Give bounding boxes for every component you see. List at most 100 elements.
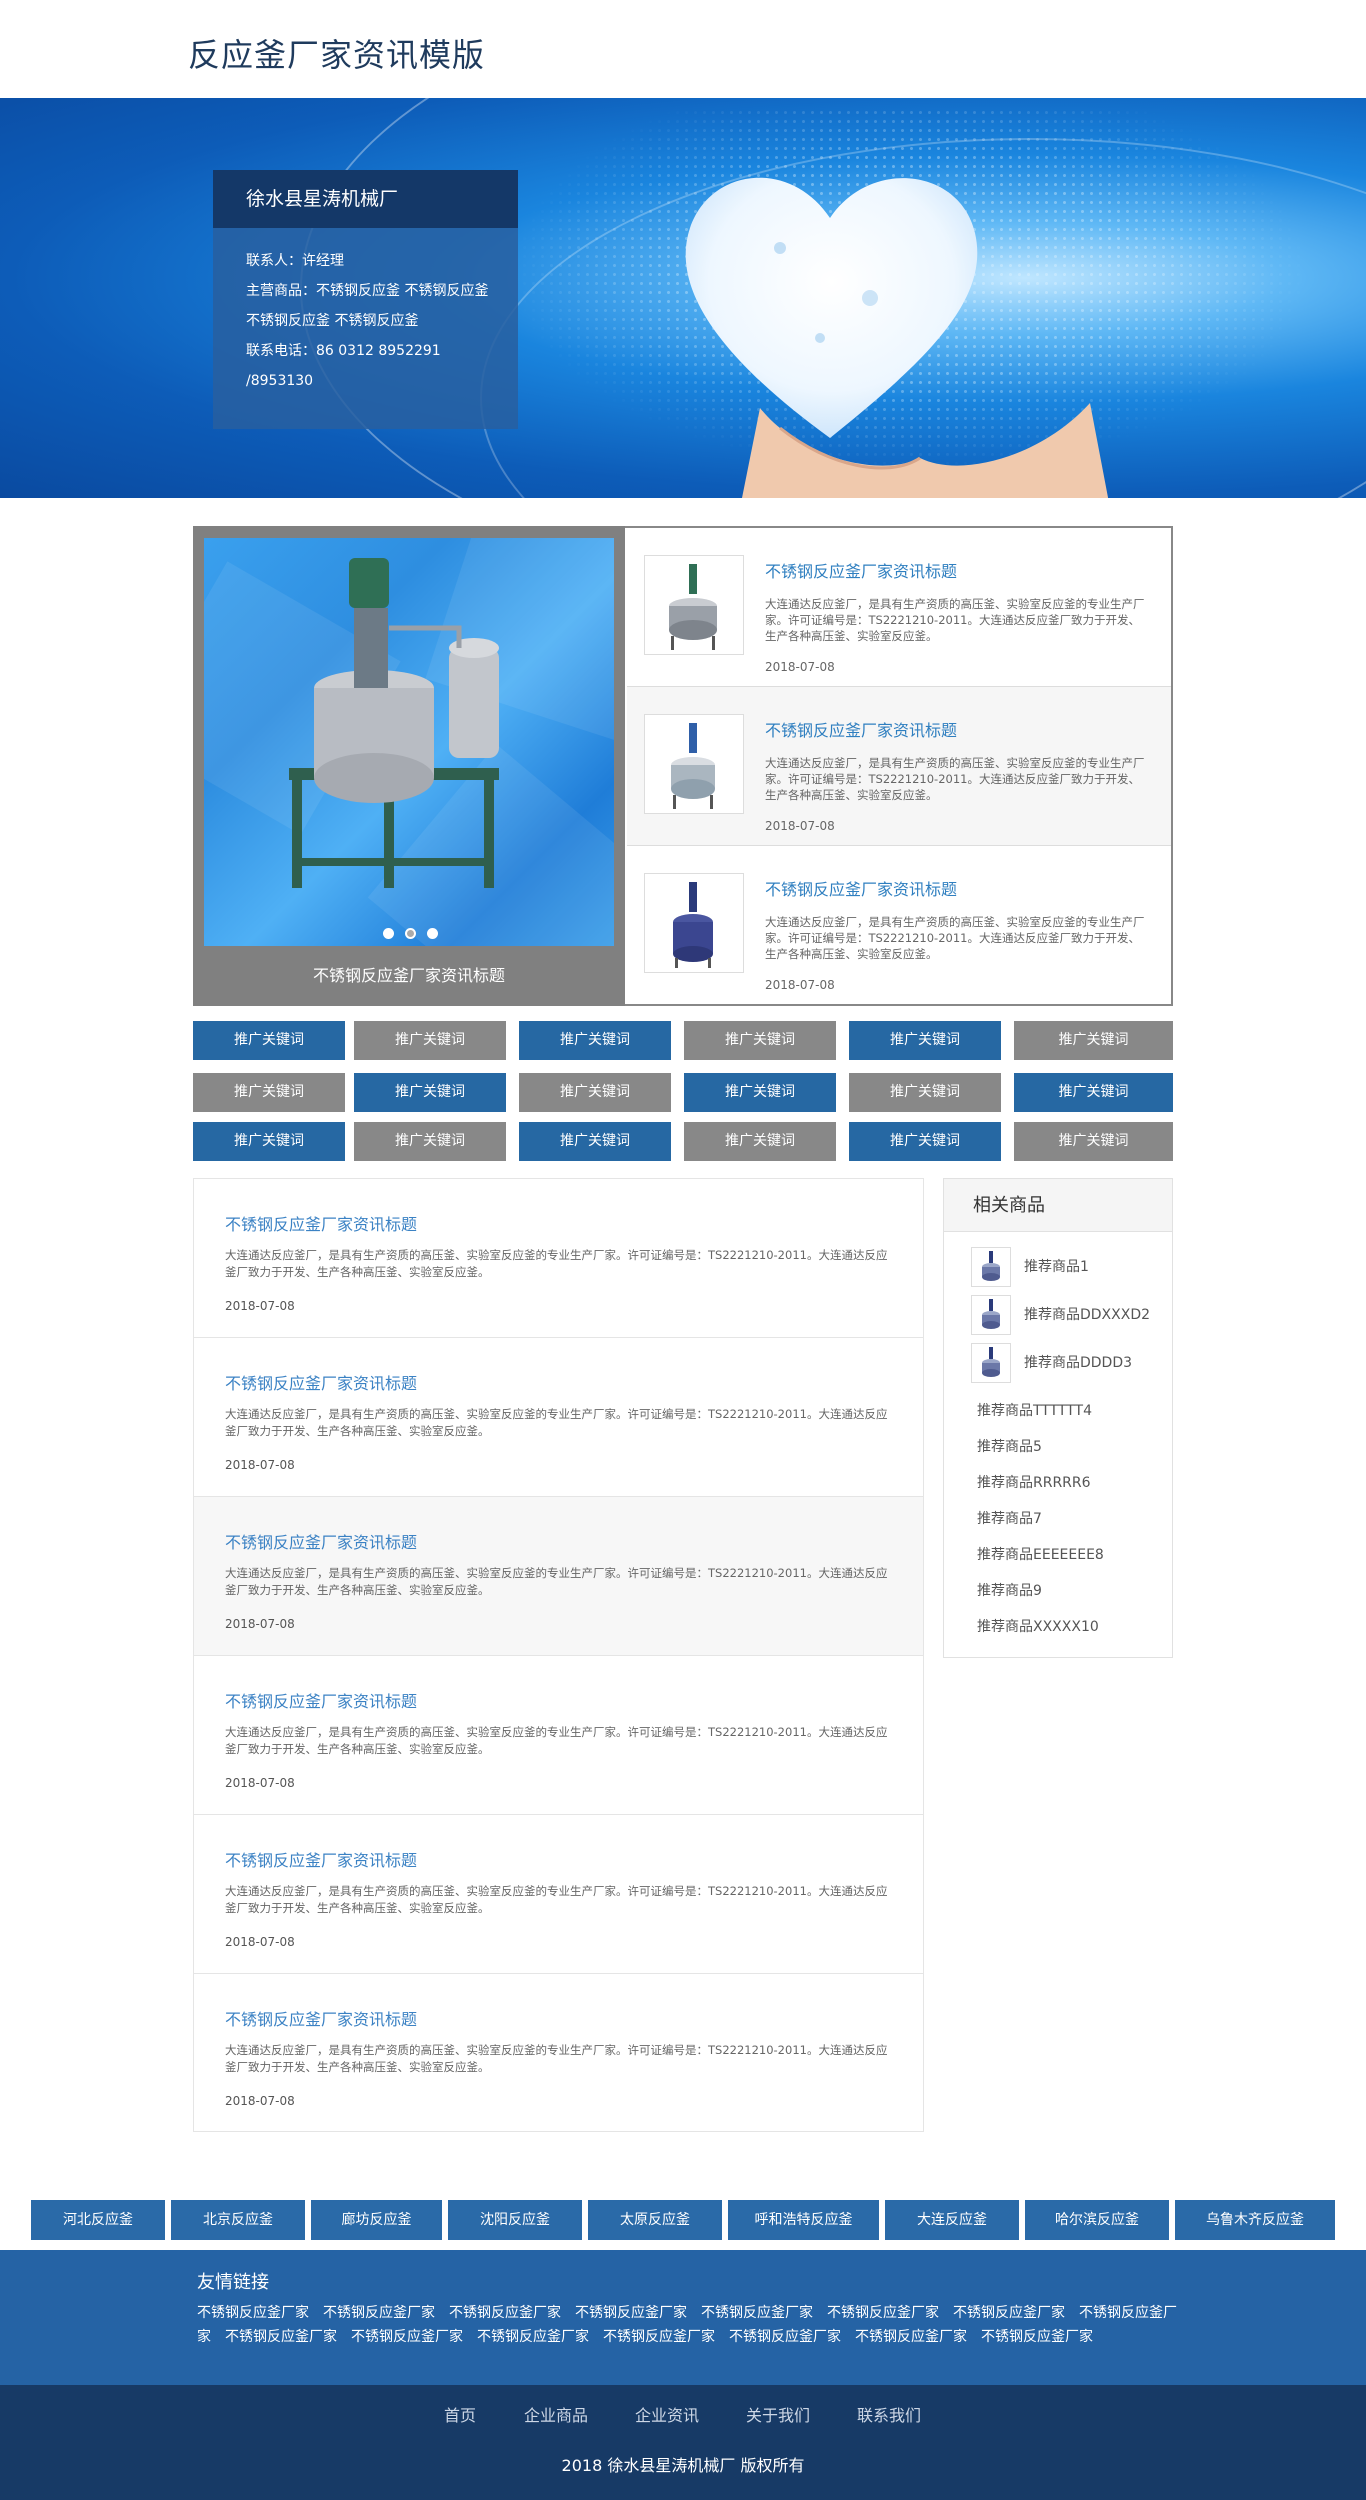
slider-image[interactable] [204,538,614,946]
article-title[interactable]: 不锈钢反应釜厂家资讯标题 [225,1847,417,1871]
product-thumbnail[interactable] [971,1343,1011,1383]
friend-link[interactable]: 不锈钢反应釜厂家 [449,2305,561,2321]
article-title[interactable]: 不锈钢反应釜厂家资讯标题 [225,1211,417,1235]
related-products-panel: 相关商品 推荐商品1 推荐商品DDXXXD2 推荐商品DDDD3 推荐商品TTT… [943,1178,1173,1658]
news-thumbnail[interactable] [644,714,744,814]
keyword-button[interactable]: 推广关键词 [684,1021,836,1060]
related-product-link[interactable]: 推荐商品5 [977,1436,1042,1456]
friend-link[interactable]: 不锈钢反应釜厂家 [477,2329,589,2345]
related-product-link[interactable]: 推荐商品RRRRR6 [977,1472,1091,1492]
footer-nav-contact[interactable]: 联系我们 [857,2402,921,2426]
friend-link[interactable]: 不锈钢反应釜厂家 [701,2305,813,2321]
article-desc: 大连通达反应釜厂，是具有生产资质的高压釜、实验室反应釜的专业生产厂家。许可证编号… [225,1407,888,1438]
article-item[interactable]: 不锈钢反应釜厂家资讯标题 大连通达反应釜厂，是具有生产资质的高压釜、实验室反应釜… [194,1179,923,1338]
keyword-button[interactable]: 推广关键词 [519,1021,671,1060]
keyword-button[interactable]: 推广关键词 [1014,1122,1173,1161]
keyword-button[interactable]: 推广关键词 [519,1122,671,1161]
product-thumbnail[interactable] [971,1247,1011,1287]
city-link[interactable]: 北京反应釜 [171,2200,305,2240]
keyword-button[interactable]: 推广关键词 [849,1073,1001,1112]
article-item[interactable]: 不锈钢反应釜厂家资讯标题 大连通达反应釜厂，是具有生产资质的高压釜、实验室反应釜… [194,1497,923,1656]
keyword-button[interactable]: 推广关键词 [193,1073,345,1112]
article-item[interactable]: 不锈钢反应釜厂家资讯标题 大连通达反应釜厂，是具有生产资质的高压釜、实验室反应釜… [194,1656,923,1815]
keyword-button[interactable]: 推广关键词 [193,1021,345,1060]
keyword-button[interactable]: 推广关键词 [354,1073,506,1112]
featured-news-item[interactable]: 不锈钢反应釜厂家资讯标题 大连通达反应釜厂，是具有生产资质的高压釜、实验室反应釜… [627,846,1171,1005]
related-product-link[interactable]: 推荐商品DDXXXD2 [1024,1304,1150,1324]
article-item[interactable]: 不锈钢反应釜厂家资讯标题 大连通达反应釜厂，是具有生产资质的高压釜、实验室反应釜… [194,1974,923,2133]
slider-dot-3[interactable] [427,928,438,939]
featured-news-item[interactable]: 不锈钢反应釜厂家资讯标题 大连通达反应釜厂，是具有生产资质的高压釜、实验室反应釜… [627,687,1171,846]
city-link[interactable]: 河北反应釜 [31,2200,165,2240]
related-product-link[interactable]: 推荐商品7 [977,1508,1042,1528]
friend-link[interactable]: 不锈钢反应釜厂家 [827,2305,939,2321]
keyword-button[interactable]: 推广关键词 [193,1122,345,1161]
phone-line-cont: /8953130 [246,373,314,389]
article-desc: 大连通达反应釜厂，是具有生产资质的高压釜、实验室反应釜的专业生产厂家。许可证编号… [225,1248,888,1279]
friend-links-list: 不锈钢反应釜厂家 不锈钢反应釜厂家 不锈钢反应釜厂家 不锈钢反应釜厂家 不锈钢反应釜厂家… [197,2301,1177,2349]
slider-dot-2[interactable] [405,928,416,939]
friend-link[interactable]: 不锈钢反应釜厂家 [953,2305,1065,2321]
keyword-button[interactable]: 推广关键词 [354,1122,506,1161]
article-title[interactable]: 不锈钢反应釜厂家资讯标题 [225,2006,417,2030]
keyword-button[interactable]: 推广关键词 [684,1073,836,1112]
city-link[interactable]: 哈尔滨反应釜 [1025,2200,1169,2240]
keyword-button[interactable]: 推广关键词 [684,1122,836,1161]
friend-link[interactable]: 不锈钢反应釜厂家 [981,2329,1093,2345]
keyword-button[interactable]: 推广关键词 [1014,1021,1173,1060]
article-title[interactable]: 不锈钢反应釜厂家资讯标题 [225,1370,417,1394]
city-link[interactable]: 太原反应釜 [588,2200,722,2240]
article-title[interactable]: 不锈钢反应釜厂家资讯标题 [225,1529,417,1553]
products-line-cont: 不锈钢反应釜 不锈钢反应釜 [246,313,419,329]
friend-link[interactable]: 不锈钢反应釜厂家 [729,2329,841,2345]
news-desc: 大连通达反应釜厂，是具有生产资质的高压釜、实验室反应釜的专业生产厂家。许可证编号… [765,915,1145,961]
friend-link[interactable]: 不锈钢反应釜厂家 [855,2329,967,2345]
city-link[interactable]: 廊坊反应釜 [311,2200,442,2240]
page-title: 反应釜厂家资讯模版 [188,36,486,74]
city-link[interactable]: 乌鲁木齐反应釜 [1175,2200,1335,2240]
friend-link[interactable]: 不锈钢反应釜厂家 [603,2329,715,2345]
keyword-button[interactable]: 推广关键词 [1014,1073,1173,1112]
related-product-link[interactable]: 推荐商品EEEEEEE8 [977,1544,1104,1564]
article-date: 2018-07-08 [225,1935,295,1949]
products-line: 主营商品：不锈钢反应釜 不锈钢反应釜 [246,283,489,299]
friend-link[interactable]: 不锈钢反应釜厂家 [351,2329,463,2345]
city-link[interactable]: 呼和浩特反应釜 [728,2200,879,2240]
news-title[interactable]: 不锈钢反应釜厂家资讯标题 [765,558,957,582]
company-name: 徐水县星涛机械厂 [213,170,518,228]
article-item[interactable]: 不锈钢反应釜厂家资讯标题 大连通达反应釜厂，是具有生产资质的高压釜、实验室反应釜… [194,1338,923,1497]
related-product-link[interactable]: 推荐商品DDDD3 [1024,1352,1132,1372]
friend-link[interactable]: 不锈钢反应釜厂家 [197,2305,309,2321]
product-thumbnail[interactable] [971,1295,1011,1335]
slider-dot-1[interactable] [383,928,394,939]
news-thumbnail[interactable] [644,873,744,973]
keyword-button[interactable]: 推广关键词 [849,1021,1001,1060]
friend-link[interactable]: 不锈钢反应釜厂家 [575,2305,687,2321]
related-product-link[interactable]: 推荐商品1 [1024,1256,1089,1276]
news-date: 2018-07-08 [765,978,835,992]
article-item[interactable]: 不锈钢反应釜厂家资讯标题 大连通达反应釜厂，是具有生产资质的高压釜、实验室反应釜… [194,1815,923,1974]
keyword-button[interactable]: 推广关键词 [354,1021,506,1060]
hero-banner [0,98,1366,498]
article-title[interactable]: 不锈钢反应釜厂家资讯标题 [225,1688,417,1712]
footer-nav-products[interactable]: 企业商品 [524,2402,588,2426]
news-title[interactable]: 不锈钢反应釜厂家资讯标题 [765,717,957,741]
related-product-link[interactable]: 推荐商品XXXXX10 [977,1616,1099,1636]
featured-news-item[interactable]: 不锈钢反应釜厂家资讯标题 大连通达反应釜厂，是具有生产资质的高压釜、实验室反应釜… [627,528,1171,687]
slider-caption[interactable]: 不锈钢反应釜厂家资讯标题 [193,962,625,986]
city-link[interactable]: 大连反应釜 [885,2200,1019,2240]
footer-nav-news[interactable]: 企业资讯 [635,2402,699,2426]
news-desc: 大连通达反应釜厂，是具有生产资质的高压釜、实验室反应釜的专业生产厂家。许可证编号… [765,597,1145,643]
keyword-button[interactable]: 推广关键词 [849,1122,1001,1161]
footer-nav-about[interactable]: 关于我们 [746,2402,810,2426]
related-product-link[interactable]: 推荐商品TTTTTT4 [977,1400,1092,1420]
friend-links-title: 友情链接 [197,2272,269,2293]
news-thumbnail[interactable] [644,555,744,655]
friend-link[interactable]: 不锈钢反应釜厂家 [323,2305,435,2321]
footer-nav-home[interactable]: 首页 [444,2402,476,2426]
friend-link[interactable]: 不锈钢反应釜厂家 [225,2329,337,2345]
news-title[interactable]: 不锈钢反应釜厂家资讯标题 [765,876,957,900]
keyword-button[interactable]: 推广关键词 [519,1073,671,1112]
related-product-link[interactable]: 推荐商品9 [977,1580,1042,1600]
city-link[interactable]: 沈阳反应釜 [448,2200,582,2240]
